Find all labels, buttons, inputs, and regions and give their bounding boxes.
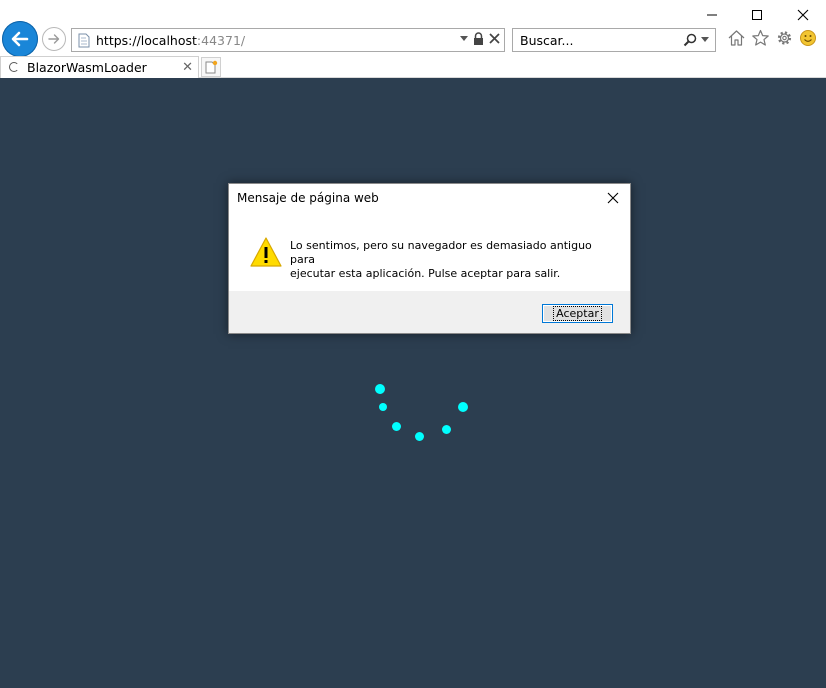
new-tab-button[interactable] (201, 57, 221, 77)
search-box[interactable]: Buscar... (512, 28, 716, 52)
smiley-icon[interactable] (799, 29, 817, 47)
spinner-dot (414, 431, 424, 441)
spinner-dot (458, 402, 468, 412)
dialog-footer: Aceptar (229, 291, 630, 333)
home-icon[interactable] (727, 29, 746, 47)
tab-title: BlazorWasmLoader (27, 60, 147, 75)
page-icon (78, 33, 90, 48)
window-close-button[interactable] (788, 4, 818, 26)
ok-button[interactable]: Aceptar (542, 304, 613, 323)
back-button[interactable] (2, 21, 38, 57)
spinner-dot (375, 384, 385, 394)
search-placeholder: Buscar... (520, 33, 574, 48)
tab-strip: BlazorWasmLoader ✕ (0, 56, 826, 78)
forward-arrow-icon (48, 34, 60, 44)
ok-button-label: Aceptar (553, 306, 602, 321)
browser-chrome: https://localhost:44371/ Buscar... Blazo… (0, 0, 826, 78)
back-arrow-icon (11, 31, 29, 47)
address-bar[interactable]: https://localhost:44371/ (71, 28, 505, 52)
maximize-button[interactable] (742, 4, 772, 26)
spinner-dot (391, 421, 401, 431)
url-port-path: :44371/ (196, 33, 246, 48)
search-icon[interactable] (683, 33, 697, 47)
stop-icon[interactable] (489, 33, 500, 44)
minimize-icon (707, 14, 717, 16)
forward-button[interactable] (42, 27, 66, 51)
dropdown-icon[interactable] (460, 35, 468, 42)
url-text[interactable]: https://localhost:44371/ (96, 33, 245, 48)
dialog-title: Mensaje de página web (237, 191, 379, 205)
loading-spinner-icon (9, 62, 19, 72)
spinner-dot (441, 424, 451, 434)
dialog-message-line-1: Lo sentimos, pero su navegador es demasi… (290, 239, 592, 266)
tab-close-icon[interactable]: ✕ (182, 60, 193, 75)
spinner-dot (379, 403, 387, 411)
page-viewport (0, 78, 826, 688)
lock-icon[interactable] (473, 32, 484, 45)
url-host: https://localhost (96, 33, 197, 48)
dialog-message-line-2: ejecutar esta aplicación. Pulse aceptar … (290, 267, 561, 280)
search-dropdown-icon[interactable] (701, 37, 709, 43)
close-icon (797, 9, 809, 21)
dialog-close-button[interactable] (603, 188, 623, 208)
close-icon (607, 192, 619, 204)
gear-icon[interactable] (775, 29, 794, 47)
new-tab-icon (205, 60, 218, 74)
favorites-star-icon[interactable] (751, 29, 770, 47)
warning-icon (250, 237, 282, 267)
tab-blazorwasmloader[interactable]: BlazorWasmLoader ✕ (0, 56, 199, 78)
message-dialog: Mensaje de página web Lo sentimos, pero … (228, 183, 631, 334)
dialog-message: Lo sentimos, pero su navegador es demasi… (290, 239, 620, 281)
minimize-button[interactable] (697, 4, 727, 26)
maximize-icon (752, 10, 762, 20)
